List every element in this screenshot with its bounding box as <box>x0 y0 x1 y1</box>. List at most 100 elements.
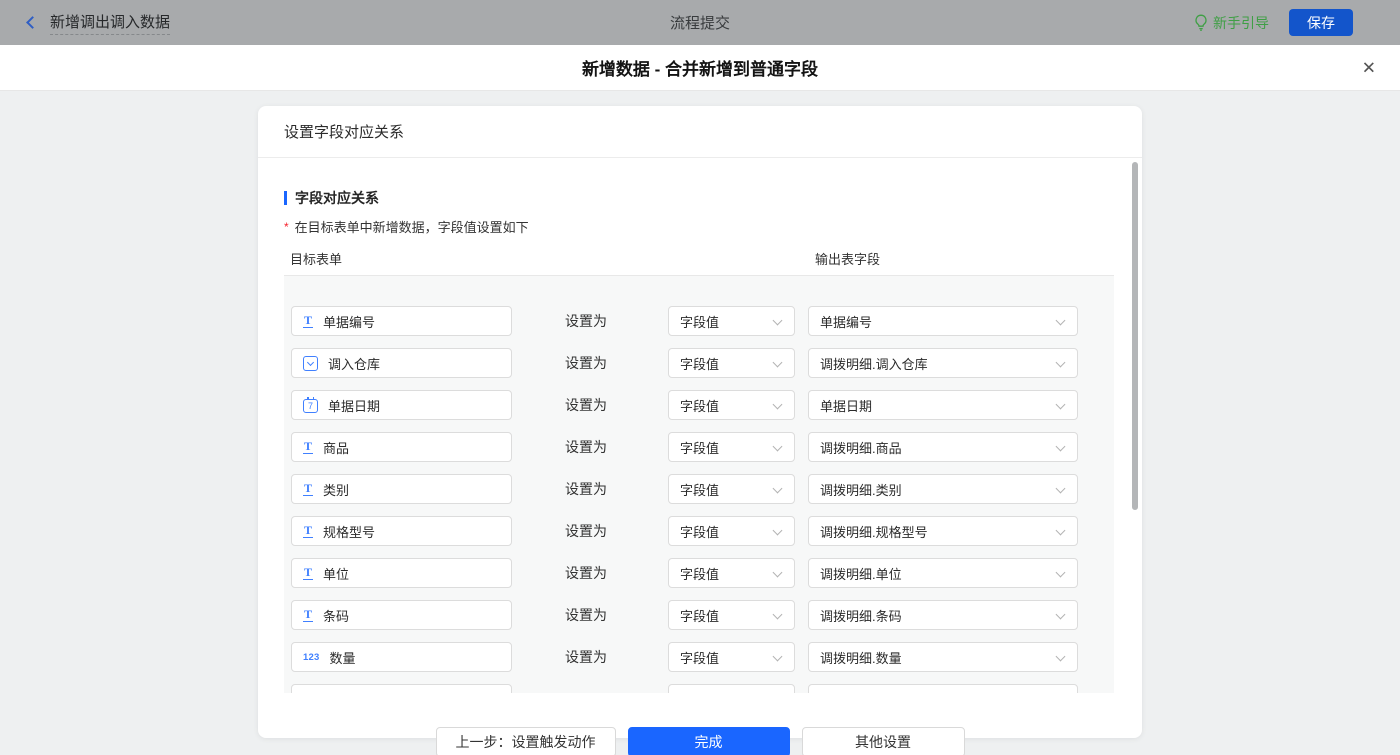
chevron-down-icon <box>1056 526 1066 536</box>
accent-bar <box>284 191 287 205</box>
field-mapping-row: T 条码 设置为 字段值 调拨明细.条码 <box>284 600 1114 630</box>
text-field-icon: T <box>303 608 313 622</box>
chevron-down-icon <box>1056 610 1066 620</box>
value-type-value: 字段值 <box>680 648 719 667</box>
chevron-down-icon <box>1056 400 1066 410</box>
description-text: 在目标表单中新增数据，字段值设置如下 <box>295 217 529 236</box>
value-type-select[interactable]: 字段值 <box>668 642 795 672</box>
target-field[interactable]: T 单位 <box>291 558 512 588</box>
value-type-value: 字段值 <box>680 438 719 457</box>
value-type-value: 字段值 <box>680 606 719 625</box>
beginner-guide-link[interactable]: 新手引导 <box>1194 13 1269 33</box>
field-mapping-row: T 单据编号 设置为 字段值 单据编号 <box>284 306 1114 336</box>
output-field-select[interactable]: 调拨明细.条码 <box>808 600 1078 630</box>
value-type-select[interactable]: 字段值 <box>668 348 795 378</box>
chevron-down-icon <box>1056 484 1066 494</box>
top-bar: 新增调出调入数据 流程提交 新手引导 保存 <box>0 0 1400 45</box>
prev-step-button[interactable]: 上一步：设置触发动作 <box>436 727 616 755</box>
card-content: 字段对应关系 * 在目标表单中新增数据，字段值设置如下 目标表单 输出表字段 T… <box>258 188 1142 716</box>
target-field[interactable]: T 单据编号 <box>291 306 512 336</box>
target-field[interactable]: T 规格型号 <box>291 516 512 546</box>
field-mapping-row: T 类别 设置为 字段值 调拨明细.类别 <box>284 474 1114 504</box>
field-mapping-row: T 单位 设置为 字段值 调拨明细.单位 <box>284 558 1114 588</box>
set-as-label: 设置为 <box>565 558 607 588</box>
target-field[interactable]: 7 单据日期 <box>291 390 512 420</box>
section-description: * 在目标表单中新增数据，字段值设置如下 <box>284 217 1114 236</box>
lightbulb-icon <box>1194 14 1208 31</box>
target-field[interactable]: T 类别 <box>291 474 512 504</box>
set-as-label: 设置为 <box>565 600 607 630</box>
output-field-value: 调拨明细.条码 <box>820 606 902 625</box>
close-icon[interactable]: ✕ <box>1362 59 1376 76</box>
output-field-select[interactable]: 单据编号 <box>808 306 1078 336</box>
target-field[interactable]: T 条码 <box>291 600 512 630</box>
back-icon <box>26 16 39 29</box>
save-button[interactable]: 保存 <box>1289 9 1353 36</box>
number-field-icon: 123 <box>303 652 319 663</box>
text-field-icon: T <box>303 482 313 496</box>
output-field-value: 调拨明细.数量 <box>820 648 902 667</box>
output-field-value: 调拨明细.商品 <box>820 438 902 457</box>
target-field-label: 类别 <box>323 480 349 499</box>
target-field-label: 单据编号 <box>323 312 375 331</box>
text-field-icon: T <box>303 314 313 328</box>
chevron-down-icon <box>1056 442 1066 452</box>
output-field-select[interactable]: 调拨明细.类别 <box>808 474 1078 504</box>
scrollbar[interactable] <box>1132 162 1138 510</box>
output-field-select[interactable]: 调拨明细.商品 <box>808 432 1078 462</box>
value-type-value: 字段值 <box>680 312 719 331</box>
page-body: 设置字段对应关系 字段对应关系 * 在目标表单中新增数据，字段值设置如下 目标表… <box>0 91 1400 755</box>
output-field-select[interactable]: 调拨明细.规格型号 <box>808 516 1078 546</box>
chevron-down-icon <box>1056 568 1066 578</box>
field-mapping-row: 7 单据日期 设置为 字段值 单据日期 <box>284 390 1114 420</box>
output-field-select[interactable]: 调拨明细.数量 <box>808 642 1078 672</box>
value-type-value: 字段值 <box>680 564 719 583</box>
chevron-down-icon <box>773 316 783 326</box>
back-nav[interactable]: 新增调出调入数据 <box>28 11 170 35</box>
target-field-label: 单位 <box>323 564 349 583</box>
date-field-icon: 7 <box>303 399 318 413</box>
modal-title: 新增数据 - 合并新增到普通字段 <box>582 55 818 80</box>
value-type-select[interactable]: 字段值 <box>668 306 795 336</box>
field-mapping-row: T 商品 设置为 字段值 调拨明细.商品 <box>284 432 1114 462</box>
field-mapping-row: 123 数量 设置为 字段值 调拨明细.数量 <box>284 642 1114 672</box>
other-settings-button[interactable]: 其他设置 <box>802 727 965 755</box>
target-field[interactable] <box>291 684 512 693</box>
value-type-select[interactable] <box>668 684 795 693</box>
value-type-select[interactable]: 字段值 <box>668 474 795 504</box>
done-button[interactable]: 完成 <box>628 727 790 755</box>
set-as-label: 设置为 <box>565 516 607 546</box>
value-type-select[interactable]: 字段值 <box>668 516 795 546</box>
output-field-value: 调拨明细.单位 <box>820 564 902 583</box>
target-field[interactable]: T 商品 <box>291 432 512 462</box>
set-as-label: 设置为 <box>565 474 607 504</box>
column-target-form: 目标表单 <box>290 249 342 268</box>
output-field-select[interactable]: 调拨明细.调入仓库 <box>808 348 1078 378</box>
set-as-label: 设置为 <box>565 642 607 672</box>
set-as-label: 设置为 <box>565 390 607 420</box>
field-mapping-card: 设置字段对应关系 字段对应关系 * 在目标表单中新增数据，字段值设置如下 目标表… <box>258 106 1142 738</box>
card-title: 设置字段对应关系 <box>258 106 1142 158</box>
value-type-select[interactable]: 字段值 <box>668 390 795 420</box>
chevron-down-icon <box>307 358 314 365</box>
set-as-label: 设置为 <box>565 432 607 462</box>
output-field-value: 单据编号 <box>820 312 872 331</box>
card-footer: 上一步：设置触发动作 完成 其他设置 <box>258 716 1142 755</box>
value-type-select[interactable]: 字段值 <box>668 558 795 588</box>
target-field[interactable]: 调入仓库 <box>291 348 512 378</box>
chevron-down-icon <box>1056 358 1066 368</box>
section-title-label: 字段对应关系 <box>295 188 379 208</box>
value-type-value: 字段值 <box>680 396 719 415</box>
output-field-select[interactable]: 单据日期 <box>808 390 1078 420</box>
output-field-value: 调拨明细.调入仓库 <box>820 354 928 373</box>
target-field-label: 商品 <box>323 438 349 457</box>
chevron-down-icon <box>1056 652 1066 662</box>
flow-name-label: 新增调出调入数据 <box>50 11 170 35</box>
output-field-select[interactable]: 调拨明细.单位 <box>808 558 1078 588</box>
target-field[interactable]: 123 数量 <box>291 642 512 672</box>
value-type-select[interactable]: 字段值 <box>668 600 795 630</box>
output-field-select[interactable] <box>808 684 1078 693</box>
chevron-down-icon <box>773 610 783 620</box>
page-title: 流程提交 <box>670 12 730 33</box>
value-type-select[interactable]: 字段值 <box>668 432 795 462</box>
